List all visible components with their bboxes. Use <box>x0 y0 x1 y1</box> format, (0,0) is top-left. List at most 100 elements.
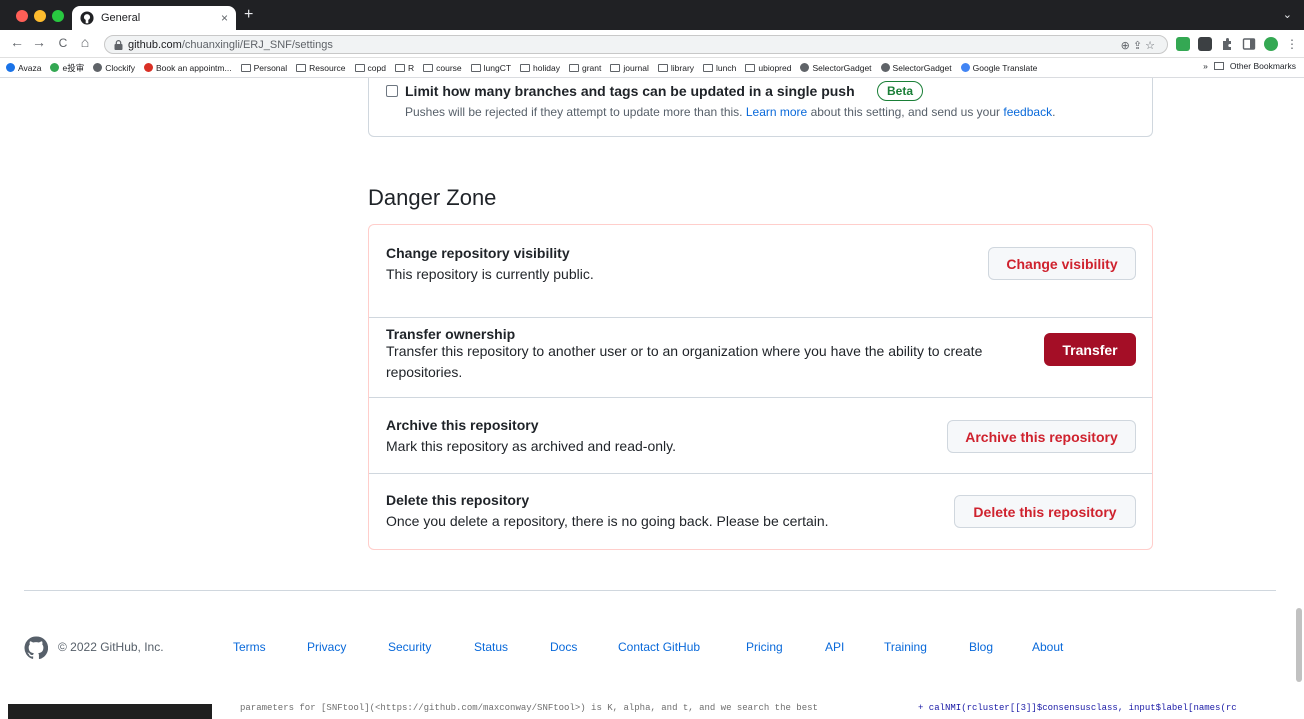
back-icon[interactable]: ← <box>8 34 26 50</box>
bookmark-item[interactable]: lunch <box>703 63 736 73</box>
translate-icon <box>960 63 970 72</box>
footer-link-privacy[interactable]: Privacy <box>307 640 346 654</box>
bookmark-item[interactable]: SelectorGadget <box>800 62 872 73</box>
push-limit-title: Limit how many branches and tags can be … <box>405 83 855 99</box>
extension-dark-icon[interactable] <box>1198 37 1212 51</box>
folder-icon <box>568 63 579 72</box>
bookmark-item[interactable]: R <box>394 62 415 73</box>
forward-icon[interactable]: → <box>30 34 48 50</box>
home-icon[interactable]: ⌂ <box>76 34 94 50</box>
url-path: /chuanxingli/ERJ_SNF/settings <box>181 38 333 51</box>
folder-icon <box>296 63 307 72</box>
booking-icon <box>143 63 153 72</box>
danger-row-title: Delete this repository <box>386 492 530 508</box>
browser-toolbar: ← → C ⌂ github.com/chuanxingli/ERJ_SNF/s… <box>0 30 1304 58</box>
danger-zone-heading: Danger Zone <box>368 185 497 210</box>
etoushen-icon <box>50 63 60 72</box>
lock-icon <box>114 39 123 50</box>
other-bookmarks[interactable]: Other Bookmarks <box>1230 61 1296 71</box>
bookmark-label: ubiopred <box>758 62 792 73</box>
avaza-icon <box>6 63 15 72</box>
github-logo-icon[interactable] <box>24 636 48 660</box>
url-host: github.com <box>128 38 182 51</box>
browser-tabstrip: General × + ⌄ <box>0 0 1304 30</box>
extension-green-icon[interactable] <box>1176 37 1190 51</box>
bookmark-item[interactable]: lungCT <box>470 62 512 73</box>
footer-link-api[interactable]: API <box>825 640 844 654</box>
footer: © 2022 GitHub, Inc. Terms Privacy Securi… <box>24 636 1124 660</box>
close-window-button[interactable] <box>16 10 28 22</box>
side-panel-icon[interactable] <box>1242 37 1256 51</box>
new-tab-button[interactable]: + <box>244 6 253 24</box>
bookmark-label: Google Translate <box>972 62 1038 73</box>
transfer-button[interactable]: Transfer <box>1044 333 1136 366</box>
browser-menu-icon[interactable]: ⋮ <box>1286 37 1298 51</box>
tab-close-icon[interactable]: × <box>221 11 228 25</box>
footer-divider <box>24 590 1276 591</box>
folder-icon <box>354 63 365 72</box>
bookmark-label: SelectorGadget <box>812 62 872 73</box>
profile-avatar[interactable] <box>1264 37 1278 51</box>
bookmark-item[interactable]: journal <box>610 63 649 73</box>
bookmark-label: course <box>436 62 462 73</box>
browser-tab-active[interactable]: General × <box>72 6 236 30</box>
github-favicon-icon <box>80 11 94 25</box>
delete-repository-button[interactable]: Delete this repository <box>954 495 1136 528</box>
learn-more-link[interactable]: Learn more <box>746 105 807 119</box>
bookmark-item[interactable]: Personal <box>240 63 287 73</box>
bookmark-label: journal <box>623 62 649 73</box>
footer-link-training[interactable]: Training <box>884 640 927 654</box>
footer-link-pricing[interactable]: Pricing <box>746 640 783 654</box>
archive-repository-button[interactable]: Archive this repository <box>947 420 1136 453</box>
bookmark-label: SelectorGadget <box>892 62 952 73</box>
folder-icon <box>520 63 531 72</box>
bookmarks-overflow-icon[interactable]: » <box>1203 61 1208 71</box>
reload-icon[interactable]: C <box>54 36 72 50</box>
page-scrollbar[interactable] <box>1296 608 1302 682</box>
danger-row-desc: This repository is currently public. <box>386 266 594 282</box>
danger-row-transfer: Transfer ownership Transfer this reposit… <box>369 318 1152 398</box>
bookmark-label: lungCT <box>483 62 512 73</box>
bookmark-item[interactable]: Book an appointm... <box>143 63 232 73</box>
bookmark-item[interactable]: copd <box>354 62 386 73</box>
tab-search-icon[interactable]: ⌄ <box>1283 8 1292 21</box>
bookmark-label: R <box>407 62 415 73</box>
bookmark-label: holiday <box>533 62 560 73</box>
danger-row-archive: Archive this repository Mark this reposi… <box>369 398 1152 474</box>
bookmark-item[interactable]: SelectorGadget <box>880 62 952 73</box>
puzzle-extensions-icon[interactable] <box>1220 37 1234 51</box>
bookmark-label: Resource <box>309 62 346 73</box>
bookmark-label: copd <box>367 62 386 73</box>
bookmark-item[interactable]: Resource <box>296 62 346 73</box>
push-limit-description: Pushes will be rejected if they attempt … <box>405 105 1055 119</box>
bookmark-item[interactable]: holiday <box>520 63 560 73</box>
bookmark-item[interactable]: Google Translate <box>960 62 1038 73</box>
bookmark-item[interactable]: ubiopred <box>745 63 791 73</box>
change-visibility-button[interactable]: Change visibility <box>988 247 1136 280</box>
bookmark-item[interactable]: Avaza <box>6 63 41 73</box>
maximize-window-button[interactable] <box>52 10 64 22</box>
omnibox-actions-icon[interactable]: ⊕ ⇪ ☆ <box>1121 39 1155 52</box>
bookmark-item[interactable]: grant <box>568 63 601 73</box>
push-desc-suffix: . <box>1052 105 1056 119</box>
footer-link-about[interactable]: About <box>1032 640 1063 654</box>
bookmark-item[interactable]: library <box>657 63 694 73</box>
feedback-link[interactable]: feedback <box>1003 105 1052 119</box>
extension-toolbar: ⋮ <box>1176 37 1298 51</box>
bookmark-item[interactable]: Clockify <box>93 63 135 73</box>
bookmark-item[interactable]: e投审 <box>50 62 84 74</box>
folder-icon <box>657 63 668 72</box>
footer-link-contact[interactable]: Contact GitHub <box>618 640 700 654</box>
bookmark-label: e投审 <box>62 62 85 73</box>
minimize-window-button[interactable] <box>34 10 46 22</box>
footer-link-terms[interactable]: Terms <box>233 640 266 654</box>
background-window-dark-panel <box>8 704 212 719</box>
footer-link-security[interactable]: Security <box>388 640 431 654</box>
footer-link-status[interactable]: Status <box>474 640 508 654</box>
bookmark-item[interactable]: course <box>423 63 462 73</box>
footer-link-docs[interactable]: Docs <box>550 640 577 654</box>
address-bar[interactable]: github.com/chuanxingli/ERJ_SNF/settings … <box>104 35 1168 54</box>
footer-link-blog[interactable]: Blog <box>969 640 993 654</box>
push-limit-checkbox[interactable] <box>386 85 398 97</box>
background-editor-text: parameters for [SNFtool](<https://github… <box>240 703 818 713</box>
